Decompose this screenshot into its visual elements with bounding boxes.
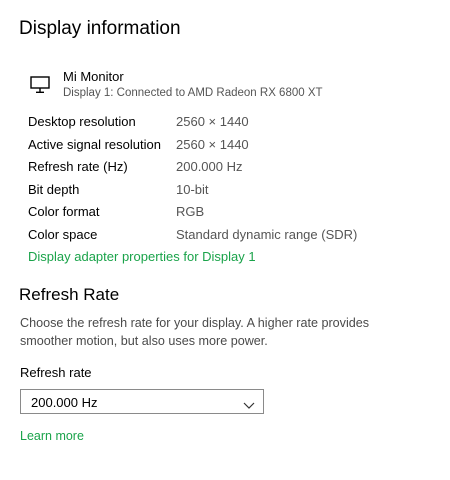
display-settings-page: Display information Mi Monitor Display 1… xyxy=(0,0,450,480)
info-value: 2560 × 1440 xyxy=(176,114,249,129)
info-value: 10-bit xyxy=(176,181,209,197)
info-key: Refresh rate (Hz) xyxy=(28,159,128,175)
monitor-icon xyxy=(30,75,50,95)
info-value: 2560 × 1440 xyxy=(176,136,249,152)
refresh-rate-dropdown[interactable]: 200.000 Hz xyxy=(20,389,264,414)
info-row-color-space: Color space Standard dynamic range (SDR) xyxy=(28,227,428,250)
monitor-name: Mi Monitor xyxy=(63,69,124,84)
info-row-bit-depth: Bit depth 10-bit xyxy=(28,182,428,205)
refresh-rate-heading: Refresh Rate xyxy=(19,285,120,304)
info-key: Color space xyxy=(28,226,98,242)
info-row-refresh-rate: Refresh rate (Hz) 200.000 Hz xyxy=(28,159,428,182)
info-row-desktop-resolution: Desktop resolution 2560 × 1440 xyxy=(28,114,428,137)
info-value: Standard dynamic range (SDR) xyxy=(176,226,358,242)
info-key: Color format xyxy=(28,204,100,220)
chevron-down-icon xyxy=(243,397,255,409)
refresh-rate-description: Choose the refresh rate for your display… xyxy=(20,316,370,348)
info-key: Active signal resolution xyxy=(28,136,161,152)
info-value: 200.000 Hz xyxy=(176,159,243,175)
info-row-color-format: Color format RGB xyxy=(28,204,428,227)
refresh-rate-selected-value: 200.000 Hz xyxy=(31,395,98,410)
info-key: Desktop resolution xyxy=(28,114,136,129)
learn-more-link[interactable]: Learn more xyxy=(20,429,84,443)
refresh-rate-field-label: Refresh rate xyxy=(20,365,92,380)
info-key: Bit depth xyxy=(28,181,80,197)
display-info-table: Desktop resolution 2560 × 1440 Active si… xyxy=(28,114,428,250)
info-row-active-signal-resolution: Active signal resolution 2560 × 1440 xyxy=(28,137,428,160)
display-adapter-properties-link[interactable]: Display adapter properties for Display 1 xyxy=(28,249,256,264)
monitor-connection: Display 1: Connected to AMD Radeon RX 68… xyxy=(63,87,323,99)
info-value: RGB xyxy=(176,204,205,220)
display-information-heading: Display information xyxy=(19,18,181,39)
monitor-entry: Mi Monitor Display 1: Connected to AMD R… xyxy=(28,69,428,105)
